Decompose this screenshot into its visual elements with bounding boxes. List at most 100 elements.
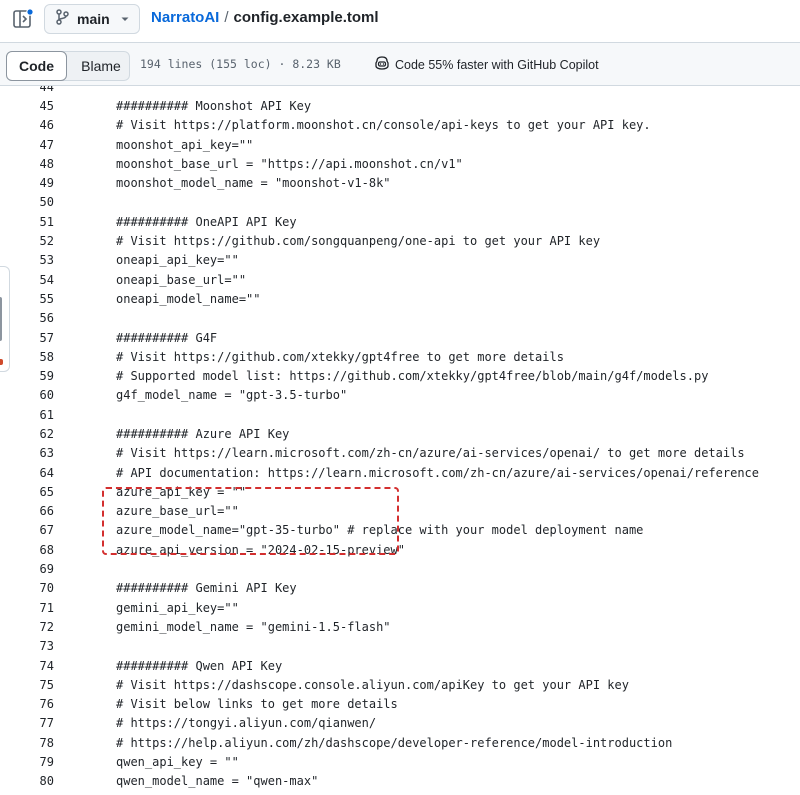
line-number[interactable]: 69 xyxy=(0,562,54,576)
code-line: 47 moonshot_api_key="" xyxy=(0,135,800,154)
line-number[interactable]: 80 xyxy=(0,774,54,788)
line-text: ########## Moonshot API Key xyxy=(116,98,312,113)
line-text: # https://help.aliyun.com/zh/dashscope/d… xyxy=(116,735,673,750)
code-line: 54 oneapi_base_url="" xyxy=(0,270,800,289)
line-text: oneapi_api_key="" xyxy=(116,253,239,268)
code-line: 44 xyxy=(0,86,800,96)
line-text: moonshot_base_url = "https://api.moonsho… xyxy=(116,156,463,171)
line-number[interactable]: 46 xyxy=(0,118,54,132)
code-line: 46 # Visit https://platform.moonshot.cn/c… xyxy=(0,116,800,135)
line-number[interactable]: 74 xyxy=(0,659,54,673)
code-viewer: 44 45 ########## Moonshot API Key 46 # Visit… xyxy=(0,86,800,795)
tab-code[interactable]: Code xyxy=(6,51,67,81)
line-number[interactable]: 59 xyxy=(0,369,54,383)
code-line: 73 xyxy=(0,637,800,656)
sidebar-expand-icon[interactable] xyxy=(12,8,34,30)
code-line: 59 # Supported model list: https://github… xyxy=(0,366,800,385)
breadcrumb: NarratoAI / config.example.toml xyxy=(151,9,379,26)
copilot-promo-text: Code 55% faster with GitHub Copilot xyxy=(395,57,599,72)
code-line: 55 oneapi_model_name="" xyxy=(0,289,800,308)
side-panel-tab[interactable] xyxy=(0,266,10,372)
line-number[interactable]: 48 xyxy=(0,157,54,171)
line-text: qwen_api_key = "" xyxy=(116,755,239,770)
line-number[interactable]: 49 xyxy=(0,176,54,190)
side-tab-status-dot xyxy=(0,359,3,365)
branch-selector-button[interactable]: main xyxy=(44,4,140,34)
code-line: 79 qwen_api_key = "" xyxy=(0,752,800,771)
code-line: 53 oneapi_api_key="" xyxy=(0,251,800,270)
code-line: 58 # Visit https://github.com/xtekky/gpt4… xyxy=(0,347,800,366)
line-number[interactable]: 44 xyxy=(0,86,54,94)
branch-name: main xyxy=(77,11,110,27)
line-number[interactable]: 47 xyxy=(0,138,54,152)
line-text: # https://tongyi.aliyun.com/qianwen/ xyxy=(116,716,377,731)
code-line: 75 # Visit https://dashscope.console.aliy… xyxy=(0,675,800,694)
line-number[interactable]: 76 xyxy=(0,697,54,711)
copilot-icon xyxy=(374,56,390,73)
breadcrumb-repo-link[interactable]: NarratoAI xyxy=(151,9,219,26)
line-number[interactable]: 50 xyxy=(0,195,54,209)
line-number[interactable]: 51 xyxy=(0,215,54,229)
code-line: 77 # https://tongyi.aliyun.com/qianwen/ xyxy=(0,714,800,733)
line-text: ########## Qwen API Key xyxy=(116,658,283,673)
line-text: # Visit https://dashscope.console.aliyun… xyxy=(116,677,629,692)
gemini-highlight-annotation xyxy=(102,487,399,555)
line-text: ########## OneAPI API Key xyxy=(116,214,297,229)
code-line: 62 ########## Azure API Key xyxy=(0,424,800,443)
copilot-promo-link[interactable]: Code 55% faster with GitHub Copilot xyxy=(374,56,599,73)
tab-blame[interactable]: Blame xyxy=(71,52,131,80)
code-lines: 44 45 ########## Moonshot API Key 46 # Visit… xyxy=(0,86,800,791)
line-number[interactable]: 53 xyxy=(0,253,54,267)
line-number[interactable]: 61 xyxy=(0,408,54,422)
line-number[interactable]: 70 xyxy=(0,581,54,595)
line-number[interactable]: 65 xyxy=(0,485,54,499)
line-text: moonshot_api_key="" xyxy=(116,137,254,152)
code-line: 76 # Visit below links to get more detail… xyxy=(0,695,800,714)
triangle-down-icon xyxy=(119,12,131,30)
line-text: # Supported model list: https://github.c… xyxy=(116,369,709,384)
line-number[interactable]: 68 xyxy=(0,543,54,557)
code-line: 45 ########## Moonshot API Key xyxy=(0,96,800,115)
code-line: 61 xyxy=(0,405,800,424)
code-line: 74 ########## Qwen API Key xyxy=(0,656,800,675)
code-line: 52 # Visit https://github.com/songquanpen… xyxy=(0,231,800,250)
line-number[interactable]: 77 xyxy=(0,716,54,730)
code-line: 48 moonshot_base_url = "https://api.moons… xyxy=(0,154,800,173)
side-tab-label xyxy=(0,297,2,341)
line-number[interactable]: 63 xyxy=(0,446,54,460)
line-number[interactable]: 45 xyxy=(0,99,54,113)
code-line: 69 xyxy=(0,559,800,578)
code-line: 60 g4f_model_name = "gpt-3.5-turbo" xyxy=(0,386,800,405)
line-number[interactable]: 79 xyxy=(0,755,54,769)
line-number[interactable]: 52 xyxy=(0,234,54,248)
line-number[interactable]: 73 xyxy=(0,639,54,653)
line-number[interactable]: 78 xyxy=(0,736,54,750)
line-number[interactable]: 75 xyxy=(0,678,54,692)
line-text: # API documentation: https://learn.micro… xyxy=(116,465,759,480)
file-toolbar: Blame Code 194 lines (155 loc) · 8.23 KB… xyxy=(0,42,800,86)
line-text: # Visit below links to get more details xyxy=(116,697,398,712)
code-line: 49 moonshot_model_name = "moonshot-v1-8k" xyxy=(0,173,800,192)
line-number[interactable]: 66 xyxy=(0,504,54,518)
breadcrumb-separator: / xyxy=(224,9,229,26)
code-line: 71 gemini_api_key="" xyxy=(0,598,800,617)
line-text: # Visit https://learn.microsoft.com/zh-c… xyxy=(116,446,745,461)
code-line: 70 ########## Gemini API Key xyxy=(0,579,800,598)
line-text: oneapi_base_url="" xyxy=(116,272,247,287)
line-text: g4f_model_name = "gpt-3.5-turbo" xyxy=(116,388,348,403)
code-line: 51 ########## OneAPI API Key xyxy=(0,212,800,231)
line-text: # Visit https://github.com/songquanpeng/… xyxy=(116,234,601,249)
line-number[interactable]: 67 xyxy=(0,523,54,537)
line-text: ########## Azure API Key xyxy=(116,426,290,441)
view-mode-segmented-control: Blame Code xyxy=(6,51,130,81)
line-number[interactable]: 71 xyxy=(0,601,54,615)
line-number[interactable]: 64 xyxy=(0,466,54,480)
file-header: main NarratoAI / config.example.toml xyxy=(0,0,800,40)
line-number[interactable]: 72 xyxy=(0,620,54,634)
code-line: 72 gemini_model_name = "gemini-1.5-flash" xyxy=(0,617,800,636)
line-text: ########## G4F xyxy=(116,330,218,345)
git-branch-icon xyxy=(55,8,69,30)
line-number[interactable]: 60 xyxy=(0,388,54,402)
code-line: 57 ########## G4F xyxy=(0,328,800,347)
line-number[interactable]: 62 xyxy=(0,427,54,441)
